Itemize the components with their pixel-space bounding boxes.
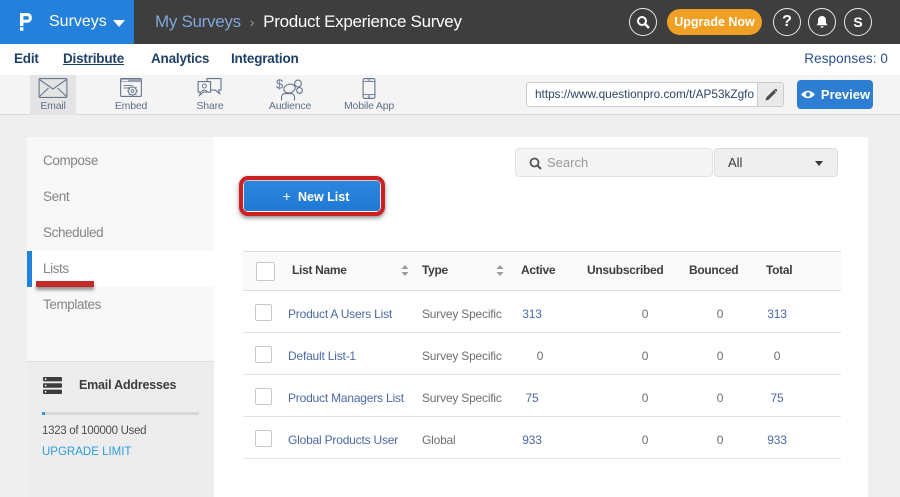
svg-text:$: $ xyxy=(276,78,284,92)
